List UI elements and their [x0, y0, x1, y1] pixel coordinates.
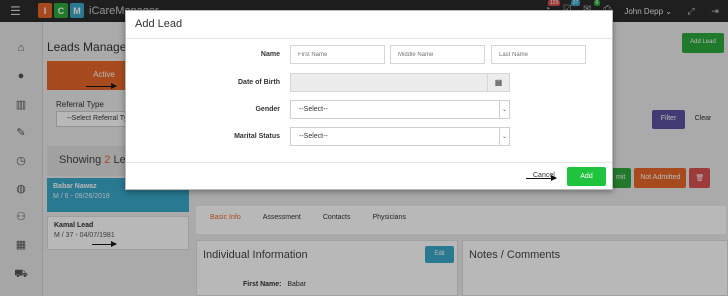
- annotation-arrow: [86, 83, 117, 89]
- annotation-arrow: [92, 241, 117, 247]
- first-name-input[interactable]: [290, 45, 385, 64]
- dob-label: Date of Birth: [238, 79, 280, 86]
- add-lead-modal: Add Lead Name Date of Birth ▦ Gender --S…: [125, 10, 613, 190]
- marital-status-select[interactable]: --Select-- ⌄: [290, 127, 510, 146]
- annotation-arrow: [526, 175, 557, 181]
- name-label: Name: [260, 51, 280, 58]
- modal-title: Add Lead: [126, 11, 612, 39]
- modal-footer-divider: [126, 162, 612, 163]
- add-button[interactable]: Add: [567, 167, 606, 186]
- middle-name-input[interactable]: [390, 45, 485, 64]
- gender-select-value: --Select--: [299, 106, 328, 113]
- chevron-down-icon: ⌄: [499, 101, 509, 118]
- last-name-input[interactable]: [491, 45, 586, 64]
- chevron-down-icon: ⌄: [499, 128, 509, 145]
- gender-label: Gender: [255, 106, 280, 113]
- dob-input[interactable]: ▦: [290, 73, 510, 92]
- marital-status-label: Marital Status: [234, 133, 280, 140]
- gender-select[interactable]: --Select-- ⌄: [290, 100, 510, 119]
- calendar-icon[interactable]: ▦: [487, 74, 509, 91]
- marital-select-value: --Select--: [299, 133, 328, 140]
